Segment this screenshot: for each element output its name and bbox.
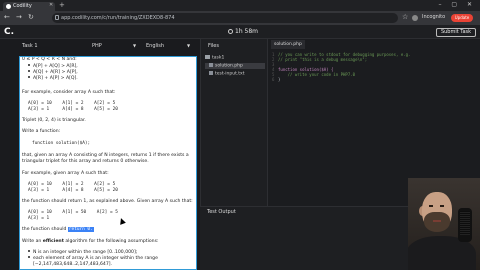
codility-logo: C. [4, 27, 15, 37]
task-line: 0 ≤ P < Q < R < N and: [22, 57, 77, 62]
lock-icon [55, 15, 59, 20]
task-text: algorithm for the following assumptions: [63, 239, 159, 244]
new-tab-icon[interactable]: + [59, 1, 65, 9]
bullet-icon [28, 70, 30, 72]
efficient-word: efficient [42, 239, 64, 244]
task-description: 0 ≤ P < Q < R < N and: A[P] + A[Q] > A[R… [19, 56, 197, 270]
assumption-text: each element of array A is an integer wi… [33, 256, 158, 261]
browser-tab-title: Codility [13, 3, 32, 9]
task-tab[interactable]: Task 1 [22, 43, 38, 49]
task-line: For example, given array A such that: [22, 171, 109, 176]
close-tab-icon[interactable]: ✕ [49, 2, 53, 8]
task-line: Triplet (0, 2, 4) is triangular. [22, 118, 86, 123]
folder-item[interactable]: task1 [205, 55, 265, 61]
back-icon[interactable]: ← [4, 13, 10, 22]
person-beard [424, 212, 450, 232]
bullet-icon [28, 256, 30, 258]
task-text: the function should [22, 227, 68, 232]
reload-icon[interactable]: ↻ [28, 13, 34, 22]
folder-label: task1 [212, 55, 225, 61]
task-line: Write a function: [22, 129, 61, 134]
app-header: C. 1h 58m Submit Task [0, 25, 480, 39]
webcam-overlay [408, 178, 480, 270]
file-item[interactable]: solution.php [205, 63, 265, 69]
chevron-down-icon[interactable]: ▼ [187, 43, 190, 48]
code-line: 6} [272, 77, 281, 82]
timer: 1h 58m [228, 28, 258, 35]
task-line: For example, consider array A such that: [22, 90, 116, 95]
task-text: Write an [22, 239, 43, 244]
incognito-icon [412, 15, 418, 21]
folder-icon [205, 55, 210, 59]
bullet-icon [28, 64, 30, 66]
bullet-icon [28, 250, 30, 252]
person-mouth [433, 220, 441, 222]
star-icon[interactable]: ☆ [402, 13, 408, 22]
code-example: A[3] = 1 [28, 216, 50, 221]
chevron-down-icon[interactable]: ▼ [133, 43, 136, 48]
incognito-label[interactable]: Incognito [422, 14, 445, 20]
submit-task-button[interactable]: Submit Task [436, 28, 476, 37]
code-line: 5 // write your code in PHP7.0 [272, 72, 356, 77]
function-signature: function solution($A); [32, 141, 91, 146]
file-item[interactable]: test-input.txt [205, 71, 265, 77]
file-label: solution.php [215, 63, 243, 69]
code-text: // write your code in PHP7.0 [278, 72, 356, 77]
language-select[interactable]: PHP [92, 43, 102, 49]
person-eye [429, 205, 433, 207]
person-eye [440, 205, 444, 207]
task-line: A[R] + A[P] > A[Q]. [28, 76, 78, 82]
window-controls[interactable]: – ▢ ✕ [438, 1, 476, 8]
task-line: [−2,147,483,648..2,147,483,647]. [33, 262, 113, 267]
condition-text: A[R] + A[P] > A[Q]. [33, 76, 78, 81]
task-line: the function should return 1, as explain… [22, 199, 193, 204]
file-icon [209, 63, 213, 67]
human-language-select[interactable]: English [146, 43, 164, 49]
url-text: app.codility.com/c/run/training/ZXDEXD8-… [61, 15, 175, 21]
file-label: test-input.txt [215, 71, 245, 77]
address-bar[interactable]: app.codility.com/c/run/training/ZXDEXD8-… [52, 13, 398, 23]
condition-text: A[Q] + A[R] > A[P], [33, 70, 78, 75]
browser-tab-bar: Codility ✕ + – ▢ ✕ [0, 0, 480, 11]
assumption-text: N is an integer within the range [0..100… [33, 250, 138, 255]
codility-favicon-icon [6, 4, 11, 9]
code-example: A[3] = 1 A[4] = 8 A[5] = 20 [28, 188, 118, 193]
clock-icon [228, 29, 233, 34]
file-icon [209, 71, 213, 75]
test-output-title: Test Output [207, 209, 236, 215]
microphone-grill [460, 211, 470, 235]
code-text: } [278, 77, 281, 82]
code-example: A[3] = 1 A[4] = 8 A[5] = 20 [28, 107, 118, 112]
task-line: the function should return 0. [22, 227, 94, 233]
left-sidebar [0, 39, 13, 270]
browser-nav-bar: ← → ↻ app.codility.com/c/run/training/ZX… [0, 11, 480, 25]
code-line: 2// print "this is a debug message\n"; [272, 57, 368, 62]
condition-text: A[P] + A[Q] > A[R], [33, 64, 78, 69]
browser-tab[interactable]: Codility ✕ [3, 2, 55, 11]
timer-text: 1h 58m [235, 28, 259, 35]
task-line: Write an efficient algorithm for the fol… [22, 239, 159, 245]
task-line: triangular triplet for this array and re… [22, 159, 149, 164]
forward-icon[interactable]: → [16, 13, 22, 22]
bullet-icon [28, 76, 30, 78]
code-text: // print "this is a debug message\n"; [278, 57, 368, 62]
editor-tab[interactable]: solution.php [271, 40, 305, 49]
update-button[interactable]: Update [451, 14, 473, 22]
files-title: Files [208, 43, 219, 49]
highlighted-return: return 0. [67, 227, 94, 232]
